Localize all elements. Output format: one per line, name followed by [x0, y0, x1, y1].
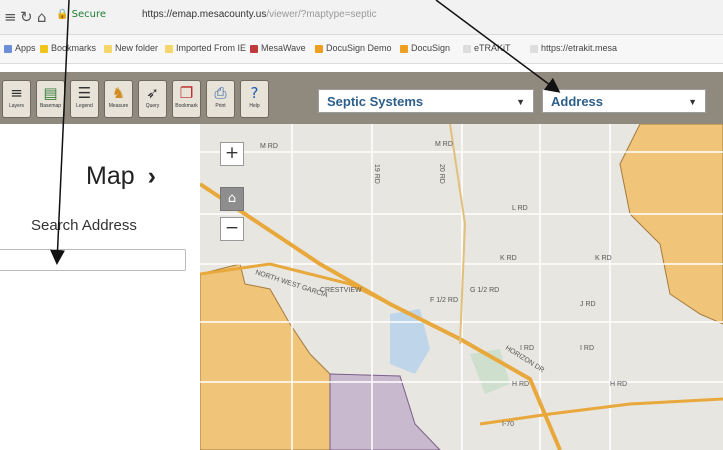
back-icon[interactable]: ≡ — [4, 8, 17, 26]
bookmark-label: Bookmarks — [51, 43, 97, 53]
basemap-icon: ▤ — [43, 84, 58, 102]
browser-address-bar: ≡ ↻ ⌂ 🔒 Secure https://emap.mesacounty.u… — [0, 0, 723, 35]
toolbar-layers-button[interactable]: ≡ Layers — [2, 80, 31, 118]
bookmark-label: DocuSign Demo — [326, 43, 392, 53]
map-road-label: K RD — [500, 255, 517, 262]
sidebar-panel: Map › Search Address — [0, 124, 200, 450]
toolbar-tool-label: Print — [215, 103, 226, 109]
toolbar-basemap-button[interactable]: ▤ Basemap — [36, 80, 65, 118]
bookmark-label: Apps — [15, 43, 36, 53]
layers-icon: ≡ — [10, 84, 23, 102]
bookmark-icon: ❐ — [179, 84, 194, 102]
map-road-label: 19 RD — [373, 164, 380, 184]
map-road-label: M RD — [435, 141, 453, 148]
bookmark-item[interactable]: Bookmarks — [40, 43, 96, 53]
bookmark-label: eTRAKiT — [474, 43, 511, 53]
map-road-label: J RD — [580, 301, 596, 308]
map-road-label: H RD — [610, 381, 627, 388]
sidebar-title[interactable]: Map › — [86, 162, 156, 191]
url-path: /viewer/?maptype=septic — [266, 9, 377, 20]
bookmark-item[interactable]: eTRAKiT — [463, 43, 511, 53]
bookmark-label: https://etrakit.mesa — [541, 43, 618, 53]
map-road-label: H RD — [512, 381, 529, 388]
query-icon: ➶ — [146, 84, 159, 102]
print-icon: ⎙ — [214, 84, 227, 102]
bookmark-label: MesaWave — [261, 43, 306, 53]
measure-icon: ♞ — [111, 84, 126, 102]
map-road-label: I RD — [520, 345, 534, 352]
search-address-input[interactable] — [0, 249, 186, 271]
toolbar-tool-label: Query — [145, 103, 160, 109]
zoom-in-button[interactable]: + — [220, 142, 244, 166]
secure-indicator[interactable]: 🔒 Secure — [56, 9, 106, 20]
bookmarks-bar: Apps Bookmarks New folder Imported From IE M… — [0, 35, 723, 64]
toolbar-bookmark-button[interactable]: ❐ Bookmark — [172, 80, 201, 118]
sidebar-title-text: Map — [86, 162, 135, 190]
help-icon: ? — [250, 84, 259, 102]
app-toolbar: Septic Systems ▼ Address ▼ ≡ Layers ▤ Basem… — [0, 72, 723, 124]
map-road-label: M RD — [260, 143, 278, 150]
url-host: https://emap.mesacounty.us — [142, 9, 267, 20]
chevron-down-icon: ▼ — [516, 97, 525, 107]
bookmark-item[interactable]: DocuSign — [400, 43, 450, 53]
legend-icon: ☰ — [77, 84, 92, 102]
bookmark-item[interactable]: Imported From IE — [165, 43, 246, 53]
search-address-label: Search Address — [31, 217, 137, 234]
toolbar-tool-label: Basemap — [39, 103, 62, 109]
map-view[interactable]: M RD M RD L RD K RD K RD I RD H RD J RD 19 RD 20 … — [200, 124, 723, 450]
bookmark-item[interactable]: https://etrakit.mesa — [530, 43, 617, 53]
bookmark-label: DocuSign — [411, 43, 451, 53]
toolbar-help-button[interactable]: ? Help — [240, 80, 269, 118]
map-canvas[interactable]: M RD M RD L RD K RD K RD I RD H RD J RD 19 RD 20 … — [200, 124, 723, 450]
bookmark-icon — [463, 44, 471, 53]
toolbar-tool-label: Help — [249, 103, 260, 109]
search-type-select[interactable]: Address ▼ — [542, 89, 706, 113]
url-field[interactable]: https://emap.mesacounty.us/viewer/?mapty… — [142, 9, 377, 20]
map-home-button[interactable]: ⌂ — [220, 187, 244, 211]
map-road-label: K RD — [595, 255, 612, 262]
toolbar-print-button[interactable]: ⎙ Print — [206, 80, 235, 118]
bookmark-icon — [4, 44, 12, 53]
bookmark-label: New folder — [115, 43, 159, 53]
bookmark-item[interactable]: MesaWave — [250, 43, 306, 53]
home-icon[interactable]: ⌂ — [37, 8, 47, 26]
map-road-label: G 1/2 RD — [470, 287, 499, 294]
toolbar-tool-label: Legend — [76, 103, 93, 109]
bookmark-item[interactable]: New folder — [104, 43, 158, 53]
map-road-label: I-70 — [502, 421, 514, 428]
bookmark-icon — [315, 44, 323, 53]
bookmark-icon — [40, 44, 48, 53]
map-road-label: 20 RD — [438, 164, 445, 184]
bookmark-label: Imported From IE — [176, 43, 247, 53]
search-type-select-value: Address — [551, 94, 604, 109]
map-type-select-value: Septic Systems — [327, 94, 424, 109]
toolbar-query-button[interactable]: ➶ Query — [138, 80, 167, 118]
toolbar-tool-label: Measure — [108, 103, 129, 109]
toolbar-tool-label: Layers — [8, 103, 24, 109]
toolbar-tool-label: Bookmark — [175, 103, 198, 109]
zoom-out-button[interactable]: − — [220, 217, 244, 241]
map-road-label: L RD — [512, 205, 528, 212]
map-road-label: CRESTVIEW — [320, 287, 362, 294]
map-road-label: I RD — [580, 345, 594, 352]
toolbar-legend-button[interactable]: ☰ Legend — [70, 80, 99, 118]
bookmark-icon — [250, 44, 258, 53]
bookmark-item[interactable]: Apps — [4, 43, 36, 53]
bookmark-icon — [104, 44, 112, 53]
map-road-label: F 1/2 RD — [430, 297, 458, 304]
bookmark-icon — [165, 44, 173, 53]
bookmark-icon — [530, 44, 538, 53]
reload-icon[interactable]: ↻ — [20, 8, 33, 26]
map-type-select[interactable]: Septic Systems ▼ — [318, 89, 534, 113]
chevron-down-icon: ▼ — [688, 97, 697, 107]
bookmark-item[interactable]: DocuSign Demo — [315, 43, 392, 53]
bookmark-icon — [400, 44, 408, 53]
chevron-right-icon: › — [147, 162, 156, 190]
toolbar-measure-button[interactable]: ♞ Measure — [104, 80, 133, 118]
